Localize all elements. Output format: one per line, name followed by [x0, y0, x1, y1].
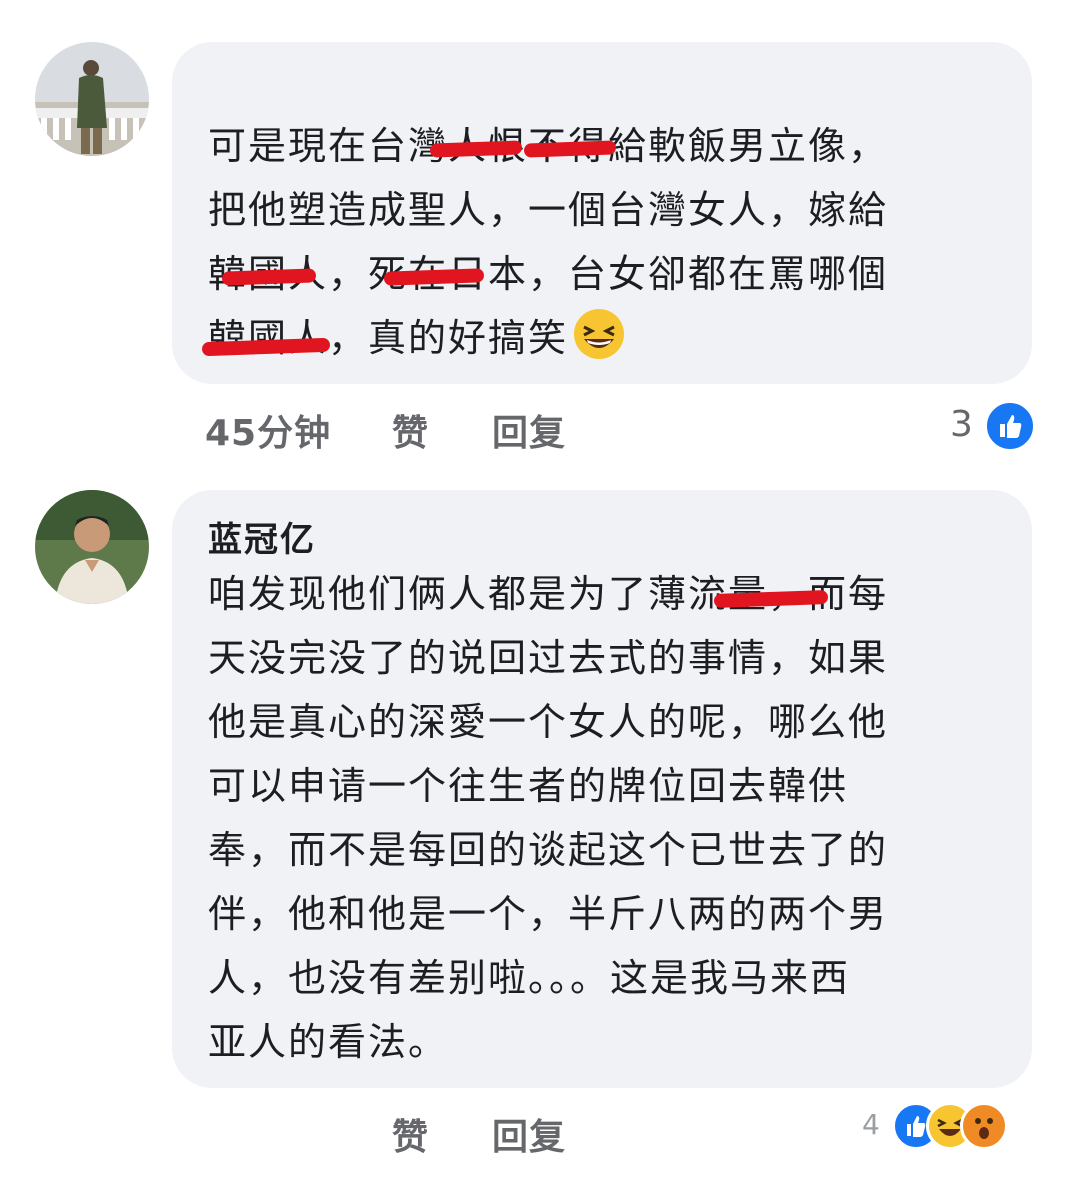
comment-text: 咱发现他们俩人都是为了薄流量，而每 天没完没了的说回过去式的事情，如果 他是真心… — [208, 562, 888, 1074]
reply-button[interactable]: 回复 — [492, 1108, 566, 1160]
comment-timestamp: 45分钟 — [205, 413, 332, 454]
comment-line: 可以申请一个往生者的牌位回去韓供 — [208, 764, 849, 808]
wow-icon[interactable] — [960, 1102, 1008, 1150]
like-button[interactable]: 赞 — [392, 1108, 429, 1160]
comment-author[interactable]: 蓝冠亿 — [208, 518, 316, 562]
comment-bubble: 可是現在台灣人恨不得給軟飯男立像， 把他塑造成聖人，一個台灣女人，嫁給 韓國人，… — [172, 42, 1032, 384]
comment-line: 把他塑造成聖人，一個台灣女人，嫁給 — [208, 188, 889, 232]
comment-line: 天没完没了的说回过去式的事情，如果 — [208, 636, 889, 680]
avatar[interactable] — [35, 490, 149, 604]
comment-line: 奉，而不是每回的谈起这个已世去了的 — [208, 828, 889, 872]
comment-bubble: 蓝冠亿 咱发现他们俩人都是为了薄流量，而每 天没完没了的说回过去式的事情，如果 … — [172, 490, 1032, 1088]
wow-face — [975, 1118, 993, 1139]
reaction-count[interactable]: 3 — [950, 404, 974, 445]
reply-button[interactable]: 回复 — [492, 404, 566, 456]
like-button[interactable]: 赞 — [392, 404, 429, 456]
comment-line: 亚人的看法。 — [208, 1020, 449, 1064]
thumbs-up-glyph — [1000, 415, 1022, 438]
laughing-emoji-icon — [574, 309, 625, 359]
comment-line: 伴，他和他是一个，半斤八两的两个男 — [208, 892, 889, 936]
comment-line: 他是真心的深愛一个女人的呢，哪么他 — [208, 700, 889, 744]
avatar[interactable] — [35, 42, 149, 156]
like-icon[interactable] — [984, 400, 1036, 452]
reaction-count[interactable]: 4 — [862, 1108, 881, 1141]
comment-line: 人，也没有差别啦。。。这是我马来西 — [208, 956, 851, 1000]
avatar-photo — [35, 490, 149, 604]
avatar-photo — [35, 42, 149, 156]
